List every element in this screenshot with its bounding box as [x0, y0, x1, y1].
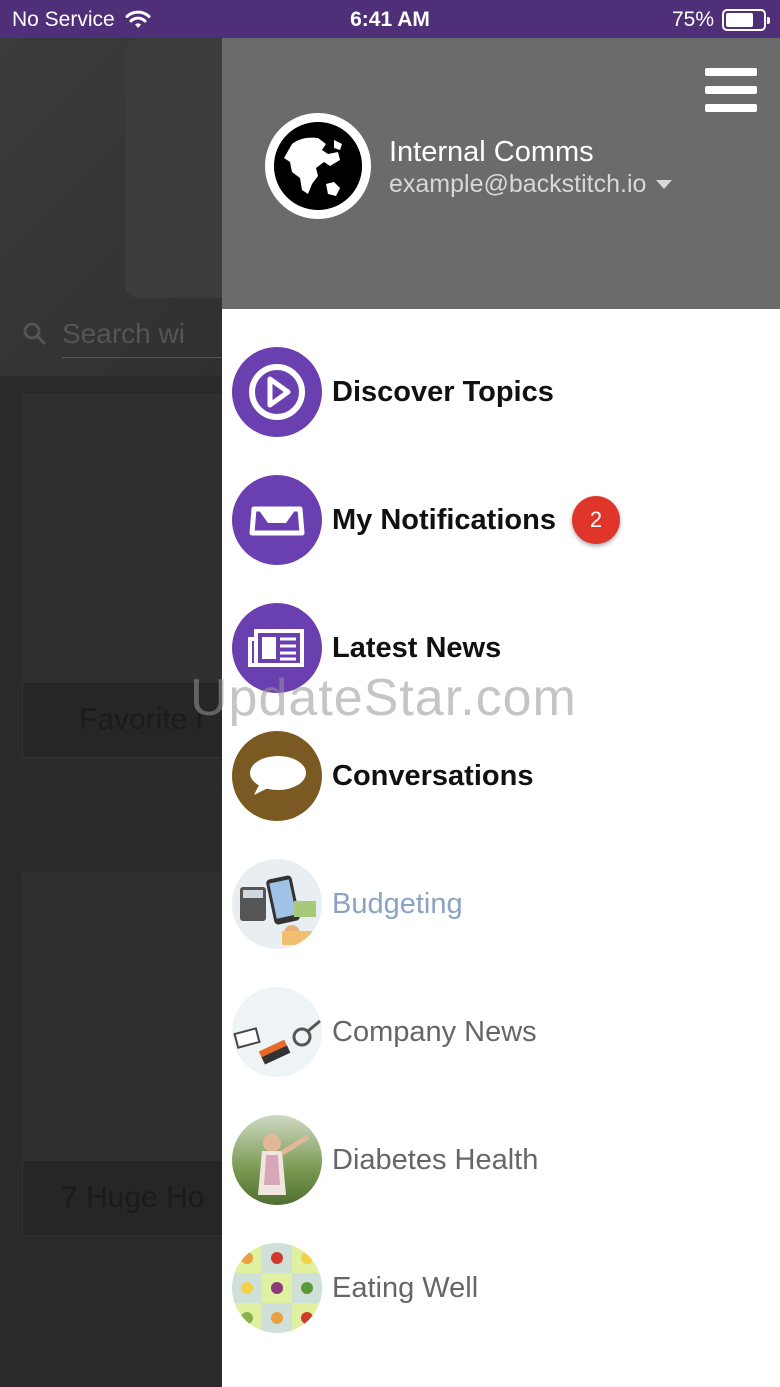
- menu-item-conversations[interactable]: Conversations: [222, 712, 780, 840]
- notification-count-badge: 2: [572, 496, 620, 544]
- account-avatar[interactable]: [265, 113, 371, 219]
- menu-item-budgeting[interactable]: Budgeting: [222, 840, 780, 968]
- search-icon: [23, 322, 47, 346]
- chevron-down-icon: [656, 180, 673, 189]
- status-bar: No Service 6:41 AM 75%: [0, 0, 780, 38]
- menu-item-company-news[interactable]: Company News: [222, 968, 780, 1096]
- newspaper-icon: [232, 603, 322, 693]
- clock: 6:41 AM: [350, 8, 430, 31]
- account-email: example@backstitch.io: [389, 170, 647, 198]
- menu-item-label: Eating Well: [332, 1271, 479, 1304]
- menu-item-label: Diabetes Health: [332, 1143, 539, 1176]
- menu-item-label: Latest News: [332, 631, 502, 664]
- budgeting-thumbnail: [232, 859, 322, 949]
- battery-fill: [726, 13, 753, 27]
- battery-icon: [722, 9, 770, 31]
- globe-icon: [274, 122, 362, 210]
- menu-item-label: Conversations: [332, 759, 534, 792]
- menu-item-label: Discover Topics: [332, 375, 554, 408]
- menu-item-latest-news[interactable]: Latest News: [222, 584, 780, 712]
- drawer-menu: Discover Topics My Notifications 2 Lates…: [222, 328, 780, 1352]
- menu-item-label: My Notifications: [332, 503, 556, 536]
- inbox-icon: [232, 475, 322, 565]
- menu-item-discover-topics[interactable]: Discover Topics: [222, 328, 780, 456]
- menu-item-label: Budgeting: [332, 887, 463, 920]
- compass-icon: [232, 347, 322, 437]
- drawer-header: Internal Comms example@backstitch.io: [222, 38, 780, 309]
- account-name: Internal Comms: [389, 136, 594, 168]
- search-placeholder: Search wi: [62, 318, 185, 349]
- eating-well-thumbnail: [232, 1243, 322, 1333]
- battery-percent: 75%: [671, 8, 714, 31]
- diabetes-health-thumbnail: [232, 1115, 322, 1205]
- menu-item-label: Company News: [332, 1015, 537, 1048]
- menu-item-my-notifications[interactable]: My Notifications 2: [222, 456, 780, 584]
- account-switcher[interactable]: example@backstitch.io: [389, 170, 673, 199]
- chat-bubble-icon: [232, 731, 322, 821]
- menu-icon[interactable]: [705, 68, 757, 112]
- company-news-thumbnail: [232, 987, 322, 1077]
- menu-item-diabetes-health[interactable]: Diabetes Health: [222, 1096, 780, 1224]
- navigation-drawer: Internal Comms example@backstitch.io Dis…: [222, 38, 780, 1387]
- menu-item-eating-well[interactable]: Eating Well: [222, 1224, 780, 1352]
